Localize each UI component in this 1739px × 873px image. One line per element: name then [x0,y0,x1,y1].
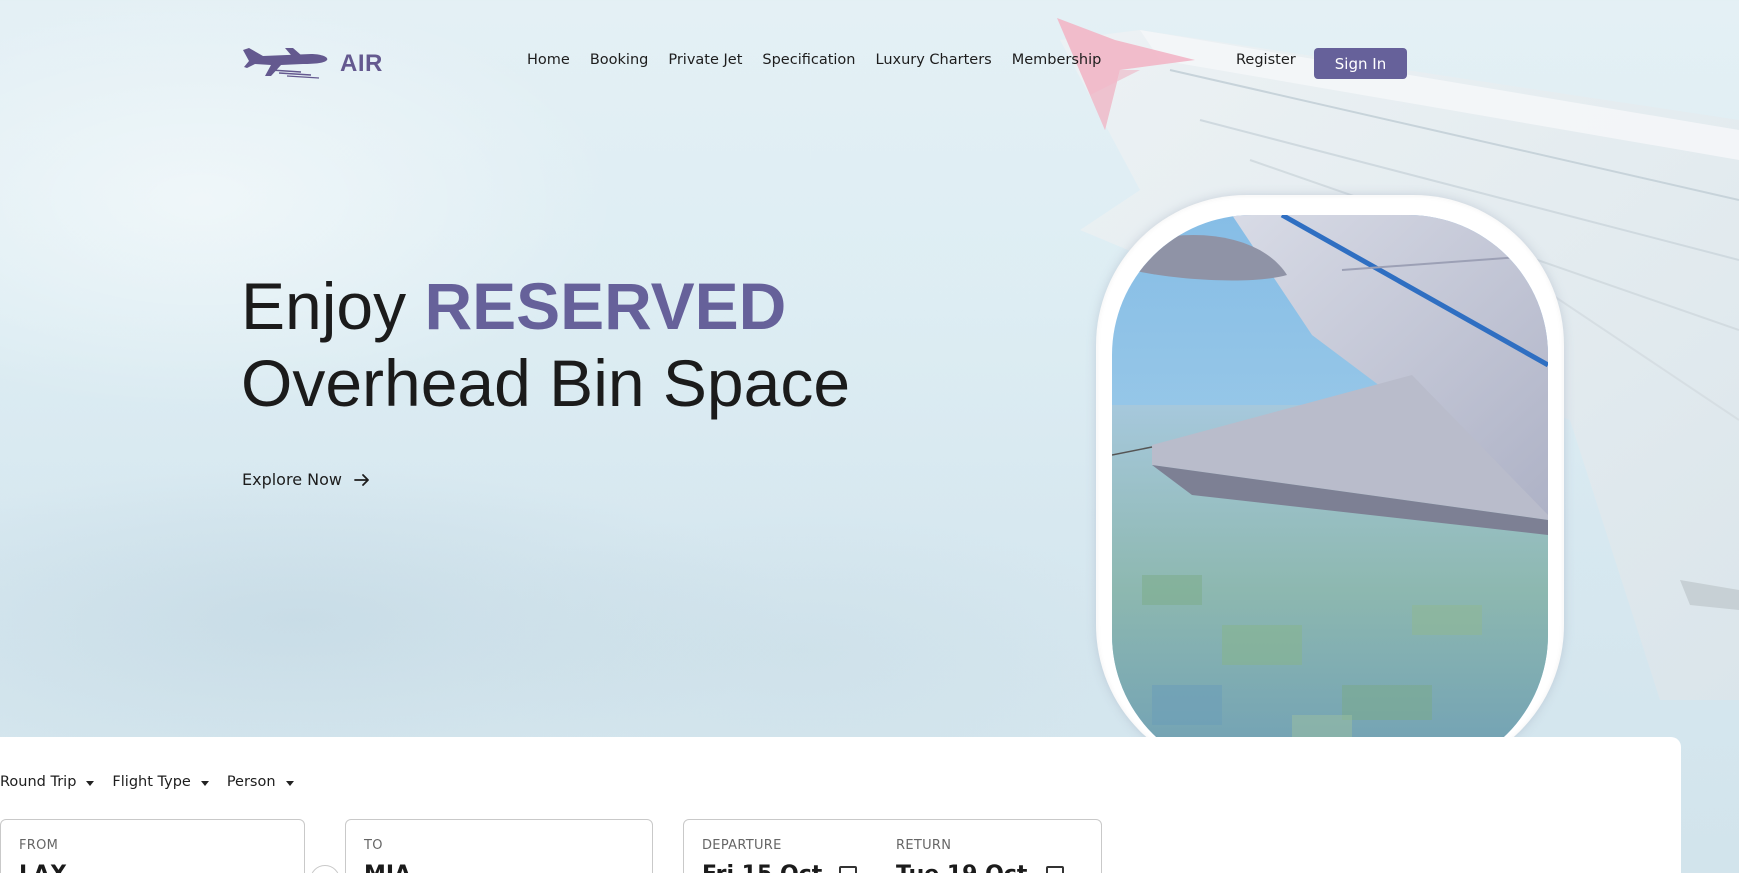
nav-home[interactable]: Home [527,52,570,68]
window-view [1112,215,1548,775]
nav-booking[interactable]: Booking [590,52,649,68]
to-label: TO [364,838,383,853]
flight-type-label: Flight Type [112,774,191,790]
calendar-icon[interactable] [1046,866,1064,873]
from-label: FROM [19,838,59,853]
register-link[interactable]: Register [1236,52,1296,68]
to-field[interactable]: TO MIA [345,819,653,873]
dates-field[interactable]: DEPARTURE Fri 15 Oct RETURN Tue 19 Oct [683,819,1102,873]
nav-membership[interactable]: Membership [1012,52,1102,68]
person-label: Person [226,774,276,790]
from-field[interactable]: FROM LAX [0,819,305,873]
departure-value[interactable]: Fri 15 Oct [702,862,822,873]
main-nav: Home Booking Private Jet Specification L… [527,52,1101,68]
to-value: MIA [364,862,411,873]
airplane-window-image [1096,195,1564,775]
booking-panel: Round Trip Flight Type Person FROM LAX T… [0,737,1681,873]
hero-title: Enjoy RESERVED Overhead Bin Space [241,268,941,422]
caret-down-icon [86,780,95,786]
departure-label: DEPARTURE [702,838,782,853]
explore-now-link[interactable]: Explore Now [242,470,370,489]
person-dropdown[interactable]: Person [227,774,294,790]
wing-view-image [1112,215,1548,775]
hero-title-line2: Overhead Bin Space [241,346,851,420]
logo-text: AIR [340,50,383,77]
return-value[interactable]: Tue 19 Oct [896,862,1027,873]
nav-specification[interactable]: Specification [762,52,855,68]
brand-logo[interactable]: AIR [241,42,383,82]
hero-title-accent: RESERVED [424,269,787,343]
round-trip-dropdown[interactable]: Round Trip [0,774,95,790]
from-value: LAX [19,862,67,873]
caret-down-icon [285,780,294,786]
arrow-right-icon [354,473,369,486]
nav-luxury-charters[interactable]: Luxury Charters [876,52,992,68]
sign-in-button[interactable]: Sign In [1314,48,1407,79]
round-trip-label: Round Trip [0,774,77,790]
flight-type-dropdown[interactable]: Flight Type [112,774,209,790]
return-label: RETURN [896,838,952,853]
swap-icon[interactable] [310,865,340,873]
hero-title-pre: Enjoy [241,269,425,343]
explore-now-label: Explore Now [242,470,342,489]
caret-down-icon [200,780,209,786]
calendar-icon[interactable] [839,866,857,873]
airplane-logo-icon [243,48,328,79]
booking-options: Round Trip Flight Type Person [0,774,294,790]
nav-private-jet[interactable]: Private Jet [668,52,742,68]
